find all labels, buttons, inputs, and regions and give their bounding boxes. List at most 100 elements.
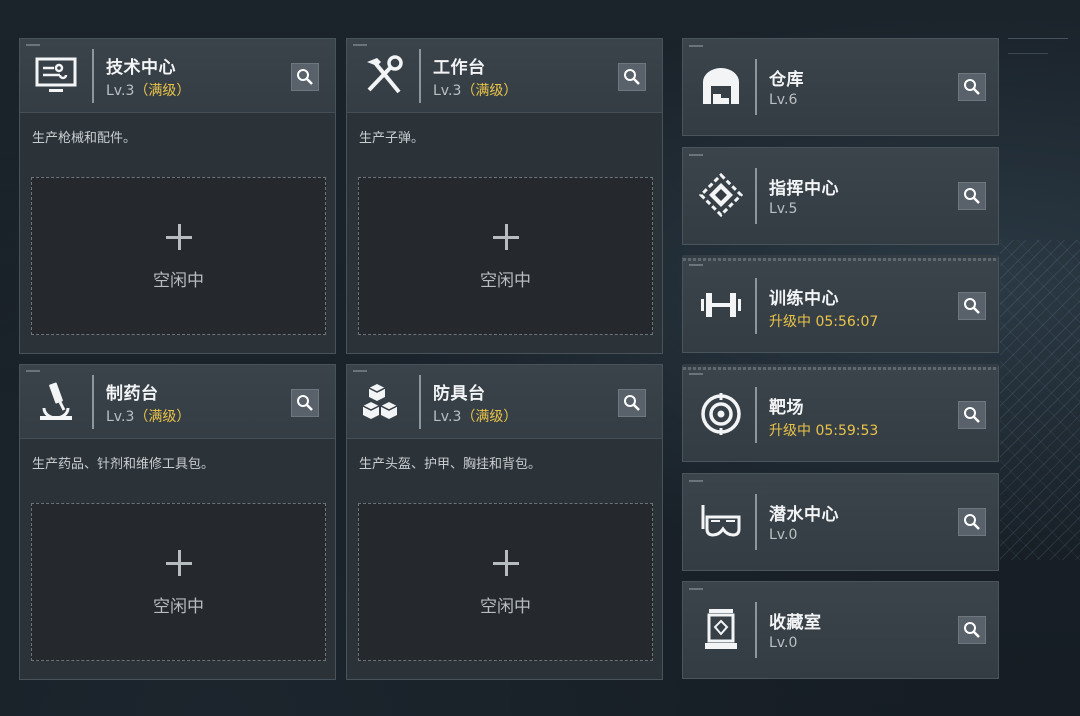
- facility-row-command-center[interactable]: 指挥中心 Lv.5: [682, 147, 999, 245]
- row-divider: [755, 59, 757, 115]
- card-header: 技术中心 Lv.3（满级）: [20, 39, 335, 113]
- search-icon: [964, 188, 980, 204]
- facility-level: Lv.6: [769, 92, 798, 108]
- search-button[interactable]: [958, 182, 986, 210]
- level-value: Lv.3: [106, 83, 135, 99]
- slot-status: 空闲中: [480, 271, 531, 291]
- facility-title: 收藏室: [769, 613, 822, 633]
- row-divider: [755, 494, 757, 550]
- search-icon: [297, 395, 313, 411]
- card-title: 制药台: [106, 384, 159, 404]
- search-button[interactable]: [618, 63, 646, 91]
- header-divider: [92, 49, 94, 103]
- search-button[interactable]: [958, 616, 986, 644]
- facility-row-warehouse[interactable]: 仓库 Lv.6: [682, 38, 999, 136]
- computer-icon: [30, 51, 82, 101]
- search-button[interactable]: [958, 508, 986, 536]
- card-header: 防具台 Lv.3（满级）: [347, 365, 662, 439]
- workshop-card-workbench[interactable]: 工作台 Lv.3（满级） 生产子弹。 空闲中: [346, 38, 663, 354]
- search-button[interactable]: [291, 389, 319, 417]
- card-description: 生产枪械和配件。: [32, 131, 137, 146]
- slot-status: 空闲中: [480, 597, 531, 617]
- diamond-emblem-icon: [695, 170, 747, 220]
- background-hud-lines: [1008, 38, 1068, 72]
- header-divider: [419, 49, 421, 103]
- row-divider: [755, 278, 757, 334]
- search-icon: [964, 407, 980, 423]
- card-level: Lv.3（满级）: [106, 80, 190, 100]
- facility-row-collection-room[interactable]: 收藏室 Lv.0: [682, 581, 999, 679]
- plus-icon: [492, 550, 519, 576]
- facility-title: 潜水中心: [769, 505, 839, 525]
- max-level-badge: （满级）: [461, 409, 518, 425]
- facility-title: 训练中心: [769, 289, 839, 309]
- search-button[interactable]: [958, 73, 986, 101]
- search-button[interactable]: [291, 63, 319, 91]
- search-icon: [624, 69, 640, 85]
- search-icon: [964, 79, 980, 95]
- search-button[interactable]: [618, 389, 646, 417]
- header-divider: [419, 375, 421, 429]
- production-slot[interactable]: 空闲中: [358, 177, 653, 335]
- search-icon: [624, 395, 640, 411]
- search-button[interactable]: [958, 401, 986, 429]
- card-title: 防具台: [433, 384, 486, 404]
- plus-icon: [165, 224, 192, 250]
- upgrade-timer: 升级中 05:56:07: [769, 314, 879, 330]
- boxes-icon: [357, 377, 409, 427]
- upgrade-timer: 升级中 05:59:53: [769, 423, 879, 439]
- target-icon: [695, 389, 747, 439]
- workshop-card-tech-center[interactable]: 技术中心 Lv.3（满级） 生产枪械和配件。 空闲中: [19, 38, 336, 354]
- card-level: Lv.3（满级）: [433, 406, 517, 426]
- facility-row-diving-center[interactable]: 潜水中心 Lv.0: [682, 473, 999, 571]
- microscope-icon: [30, 377, 82, 427]
- search-icon: [297, 69, 313, 85]
- background-blueprint: [1000, 240, 1080, 560]
- row-divider: [755, 602, 757, 658]
- production-slot[interactable]: 空闲中: [358, 503, 653, 661]
- card-description: 生产药品、针剂和维修工具包。: [32, 457, 215, 472]
- warehouse-icon: [695, 61, 747, 111]
- facility-row-shooting-range[interactable]: 靶场 升级中 05:59:53: [682, 364, 999, 462]
- card-level: Lv.3（满级）: [106, 406, 190, 426]
- facility-level: Lv.5: [769, 201, 798, 217]
- search-icon: [964, 298, 980, 314]
- workshop-card-armor-bench[interactable]: 防具台 Lv.3（满级） 生产头盔、护甲、胸挂和背包。 空闲中: [346, 364, 663, 680]
- row-divider: [755, 168, 757, 224]
- dumbbell-icon: [695, 280, 747, 330]
- facility-title: 靶场: [769, 398, 804, 418]
- level-value: Lv.3: [433, 409, 462, 425]
- card-title: 工作台: [433, 58, 486, 78]
- production-slot[interactable]: 空闲中: [31, 177, 326, 335]
- plus-icon: [492, 224, 519, 250]
- max-level-badge: （满级）: [461, 83, 518, 99]
- display-case-icon: [695, 604, 747, 654]
- search-icon: [964, 514, 980, 530]
- row-divider: [755, 387, 757, 443]
- facility-row-training-center[interactable]: 训练中心 升级中 05:56:07: [682, 255, 999, 353]
- max-level-badge: （满级）: [134, 409, 191, 425]
- search-icon: [964, 622, 980, 638]
- search-button[interactable]: [958, 292, 986, 320]
- facility-level: Lv.0: [769, 635, 798, 651]
- facility-title: 指挥中心: [769, 179, 839, 199]
- facility-title: 仓库: [769, 70, 804, 90]
- card-description: 生产头盔、护甲、胸挂和背包。: [359, 457, 542, 472]
- plus-icon: [165, 550, 192, 576]
- card-header: 工作台 Lv.3（满级）: [347, 39, 662, 113]
- slot-status: 空闲中: [153, 271, 204, 291]
- card-title: 技术中心: [106, 58, 176, 78]
- diving-mask-icon: [695, 496, 747, 546]
- workshop-card-pharmacy[interactable]: 制药台 Lv.3（满级） 生产药品、针剂和维修工具包。 空闲中: [19, 364, 336, 680]
- card-header: 制药台 Lv.3（满级）: [20, 365, 335, 439]
- slot-status: 空闲中: [153, 597, 204, 617]
- max-level-badge: （满级）: [134, 83, 191, 99]
- level-value: Lv.3: [433, 83, 462, 99]
- production-slot[interactable]: 空闲中: [31, 503, 326, 661]
- level-value: Lv.3: [106, 409, 135, 425]
- facility-level: Lv.0: [769, 527, 798, 543]
- header-divider: [92, 375, 94, 429]
- hammer-wrench-icon: [357, 51, 409, 101]
- card-description: 生产子弹。: [359, 131, 425, 146]
- card-level: Lv.3（满级）: [433, 80, 517, 100]
